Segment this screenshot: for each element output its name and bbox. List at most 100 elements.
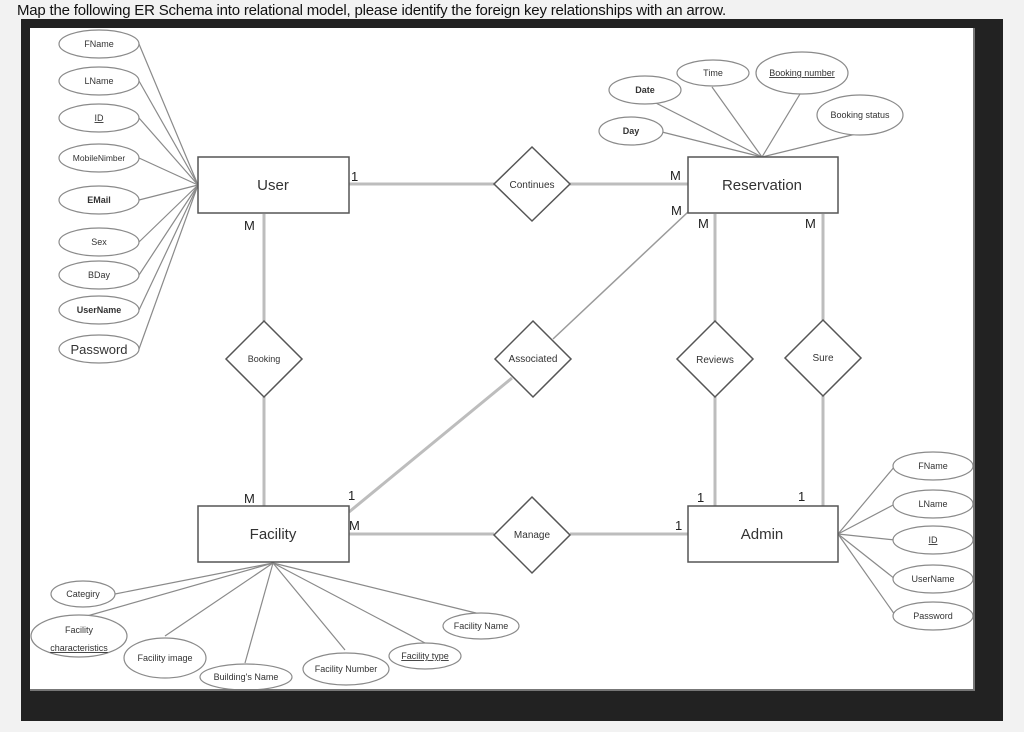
link-user-username bbox=[138, 184, 199, 311]
attr-user-fname[interactable]: FName bbox=[58, 29, 140, 59]
link-admin-username bbox=[837, 533, 896, 580]
svg-text:UserName: UserName bbox=[911, 574, 954, 584]
reservation-attributes: Time Booking number Date Day Booking sta… bbox=[598, 51, 904, 146]
entity-reservation-label: Reservation bbox=[722, 177, 802, 194]
card-user-continues: 1 bbox=[351, 169, 358, 184]
svg-text:Time: Time bbox=[703, 68, 723, 78]
relationship-sure-label: Sure bbox=[812, 353, 834, 364]
link-admin-fname bbox=[837, 465, 896, 535]
link-res-date bbox=[645, 97, 763, 158]
user-attributes: FName LName ID MobileNimber EMail Sex BD… bbox=[58, 29, 140, 364]
svg-text:ID: ID bbox=[95, 113, 105, 123]
svg-text:Facility Name: Facility Name bbox=[454, 621, 509, 631]
card-admin-reviews: 1 bbox=[697, 490, 704, 505]
entity-user-label: User bbox=[257, 177, 289, 194]
card-admin-manage: 1 bbox=[675, 518, 682, 533]
attr-fac-name[interactable]: Facility Name bbox=[442, 612, 520, 640]
link-admin-id bbox=[837, 533, 896, 541]
svg-text:BDay: BDay bbox=[88, 270, 111, 280]
attr-admin-id[interactable]: ID bbox=[892, 525, 973, 555]
card-reservation-reviews: M bbox=[698, 216, 709, 231]
attr-user-bday[interactable]: BDay bbox=[58, 260, 140, 290]
svg-text:EMail: EMail bbox=[87, 195, 111, 205]
relationship-continues-label: Continues bbox=[509, 180, 554, 191]
link-user-fname bbox=[138, 43, 199, 186]
card-facility-booking: M bbox=[244, 491, 255, 506]
link-fac-name bbox=[272, 562, 481, 615]
svg-text:UserName: UserName bbox=[77, 305, 122, 315]
attr-user-lname[interactable]: LName bbox=[58, 66, 140, 96]
svg-text:MobileNimber: MobileNimber bbox=[73, 153, 126, 163]
er-diagram-svg: User Reservation Facility Admin Continue… bbox=[30, 29, 973, 689]
svg-text:Password: Password bbox=[70, 342, 127, 357]
card-reservation-continues: M bbox=[670, 168, 681, 183]
attr-res-day[interactable]: Day bbox=[598, 116, 664, 146]
svg-text:LName: LName bbox=[918, 499, 947, 509]
svg-text:Facility Number: Facility Number bbox=[315, 664, 378, 674]
svg-text:characteristics: characteristics bbox=[50, 643, 108, 653]
entity-user[interactable]: User bbox=[197, 156, 350, 214]
relationship-reviews-label: Reviews bbox=[696, 355, 734, 366]
card-reservation-associated: M bbox=[671, 203, 682, 218]
facility-attributes: Categiry Facility characteristics Facili… bbox=[30, 580, 520, 689]
attr-res-time[interactable]: Time bbox=[676, 59, 750, 87]
attribute-links bbox=[79, 43, 896, 664]
attr-res-booking-number[interactable]: Booking number bbox=[755, 51, 849, 95]
card-facility-manage: M bbox=[349, 518, 360, 533]
attr-fac-building-name[interactable]: Building's Name bbox=[199, 663, 293, 689]
svg-text:LName: LName bbox=[84, 76, 113, 86]
attr-res-booking-status[interactable]: Booking status bbox=[816, 94, 904, 136]
attr-fac-characteristics[interactable]: Facility characteristics bbox=[30, 614, 128, 658]
svg-text:Sex: Sex bbox=[91, 237, 107, 247]
attr-user-id[interactable]: ID bbox=[58, 103, 140, 133]
entity-admin[interactable]: Admin bbox=[687, 505, 839, 563]
attr-fac-image[interactable]: Facility image bbox=[123, 637, 207, 679]
link-associated-reservation bbox=[552, 211, 689, 340]
question-text: Map the following ER Schema into relatio… bbox=[17, 2, 727, 19]
entity-facility[interactable]: Facility bbox=[197, 505, 350, 563]
relationship-booking-label: Booking bbox=[248, 354, 281, 364]
relationship-associated-label: Associated bbox=[509, 354, 558, 365]
svg-text:Date: Date bbox=[635, 85, 655, 95]
svg-text:Day: Day bbox=[623, 126, 640, 136]
relationship-reviews[interactable]: Reviews bbox=[675, 319, 755, 399]
attr-fac-type[interactable]: Facility type bbox=[388, 642, 462, 670]
card-user-booking: M bbox=[244, 218, 255, 233]
attr-admin-username[interactable]: UserName bbox=[892, 564, 973, 594]
entity-facility-label: Facility bbox=[250, 526, 297, 543]
attr-user-password[interactable]: Password bbox=[58, 334, 140, 364]
er-diagram: User Reservation Facility Admin Continue… bbox=[30, 28, 975, 691]
attr-res-date[interactable]: Date bbox=[608, 75, 682, 105]
attr-admin-lname[interactable]: LName bbox=[892, 489, 973, 519]
link-user-password bbox=[138, 184, 199, 350]
link-admin-password bbox=[837, 533, 896, 616]
svg-text:Booking number: Booking number bbox=[769, 68, 835, 78]
relationship-booking[interactable]: Booking bbox=[224, 319, 304, 399]
svg-text:Booking status: Booking status bbox=[830, 110, 890, 120]
link-res-booking-status bbox=[761, 132, 861, 158]
relationship-manage[interactable]: Manage bbox=[492, 495, 572, 575]
link-user-bday bbox=[138, 184, 199, 276]
svg-text:ID: ID bbox=[929, 535, 939, 545]
attr-fac-number[interactable]: Facility Number bbox=[302, 652, 390, 686]
attr-fac-category[interactable]: Categiry bbox=[50, 580, 116, 608]
link-facility-associated bbox=[348, 376, 513, 514]
relationship-continues[interactable]: Continues bbox=[492, 145, 572, 223]
attr-user-sex[interactable]: Sex bbox=[58, 227, 140, 257]
card-facility-associated: 1 bbox=[348, 488, 355, 503]
entity-reservation[interactable]: Reservation bbox=[687, 156, 839, 214]
relationship-sure[interactable]: Sure bbox=[783, 318, 863, 398]
svg-text:Facility image: Facility image bbox=[137, 653, 192, 663]
attr-admin-password[interactable]: Password bbox=[892, 601, 973, 631]
attr-user-username[interactable]: UserName bbox=[58, 295, 140, 325]
entity-admin-label: Admin bbox=[741, 526, 784, 543]
svg-text:Facility type: Facility type bbox=[401, 651, 449, 661]
link-user-lname bbox=[138, 80, 199, 186]
admin-attributes: FName LName ID UserName Password bbox=[892, 451, 973, 631]
svg-text:Facility: Facility bbox=[65, 625, 94, 635]
attr-user-email[interactable]: EMail bbox=[58, 185, 140, 215]
svg-text:Categiry: Categiry bbox=[66, 589, 100, 599]
link-fac-type bbox=[272, 562, 426, 644]
attr-admin-fname[interactable]: FName bbox=[892, 451, 973, 481]
attr-user-mobilenumber[interactable]: MobileNimber bbox=[58, 143, 140, 173]
